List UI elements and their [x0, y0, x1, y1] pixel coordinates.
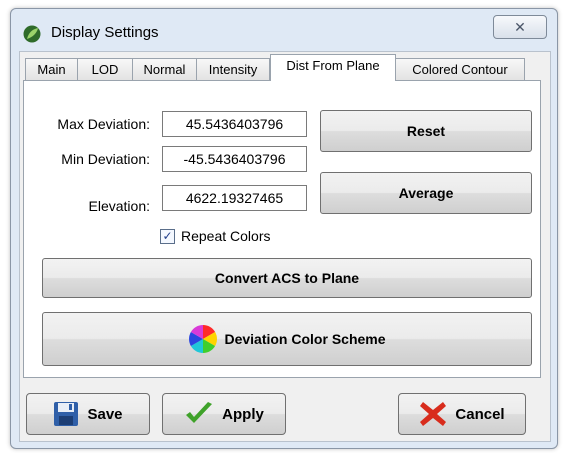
repeat-colors-label: Repeat Colors [181, 228, 271, 244]
repeat-colors-checkbox[interactable]: ✓ [160, 228, 175, 244]
floppy-disk-icon [54, 402, 79, 426]
convert-acs-to-plane-button[interactable]: Convert ACS to Plane [42, 258, 532, 298]
title-bar[interactable]: Display Settings ✕ [11, 9, 557, 49]
average-label: Average [398, 185, 454, 201]
max-deviation-label: Max Deviation: [57, 116, 150, 132]
apply-button[interactable]: Apply [162, 393, 286, 435]
average-button[interactable]: Average [320, 172, 532, 214]
deviation-color-scheme-button[interactable]: Deviation Color Scheme [42, 312, 532, 366]
color-scheme-label: Deviation Color Scheme [224, 331, 386, 347]
reset-label: Reset [406, 123, 446, 139]
tab-lod[interactable]: LOD [77, 58, 133, 80]
max-deviation-field[interactable]: 45.5436403796 [162, 111, 307, 137]
min-deviation-field[interactable]: -45.5436403796 [162, 146, 307, 172]
tab-intensity[interactable]: Intensity [196, 58, 270, 80]
red-x-icon [420, 402, 447, 426]
tab-main[interactable]: Main [25, 58, 78, 80]
reset-button[interactable]: Reset [320, 110, 532, 152]
tab-colored-contour[interactable]: Colored Contour [395, 58, 525, 80]
save-label: Save [87, 405, 123, 423]
close-button[interactable]: ✕ [493, 15, 547, 39]
tab-normal[interactable]: Normal [132, 58, 197, 80]
apply-label: Apply [222, 405, 264, 423]
app-leaf-icon [23, 25, 41, 43]
elevation-field[interactable]: 4622.19327465 [162, 185, 307, 211]
checkmark-icon [186, 402, 213, 423]
save-button[interactable]: Save [26, 393, 150, 435]
color-wheel-icon [189, 325, 218, 353]
cancel-button[interactable]: Cancel [398, 393, 526, 435]
repeat-colors-option[interactable]: ✓ Repeat Colors [160, 228, 271, 244]
tab-dist-from-plane[interactable]: Dist From Plane [270, 54, 396, 81]
cancel-label: Cancel [455, 405, 505, 423]
window-title: Display Settings [51, 24, 159, 41]
min-deviation-label: Min Deviation: [61, 151, 150, 167]
convert-label: Convert ACS to Plane [214, 270, 360, 286]
elevation-label: Elevation: [88, 198, 150, 214]
close-icon: ✕ [514, 19, 526, 35]
